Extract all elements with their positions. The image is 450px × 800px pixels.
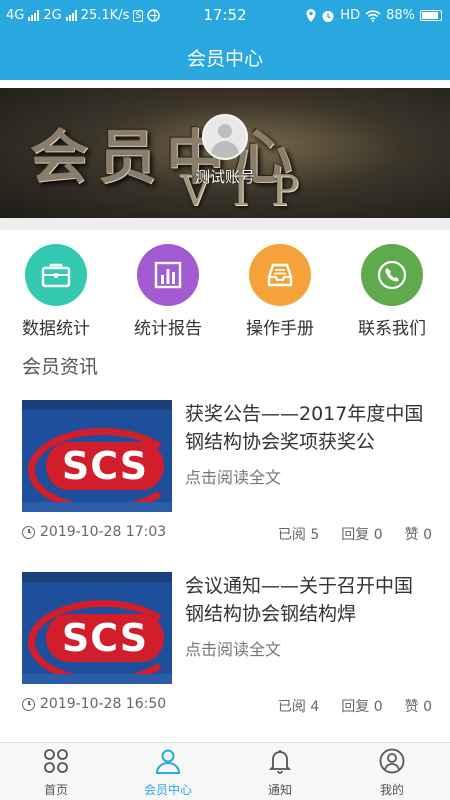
battery-icon [420, 10, 442, 21]
news-time-text: 2019-10-28 17:03 [40, 524, 167, 540]
alarm-icon [322, 10, 334, 22]
news-meta: 2019-10-28 16:50 已阅 4 回复 0 赞 0 [22, 696, 432, 716]
nav-notifications[interactable]: 通知 [224, 747, 336, 798]
status-right: HD 88% [306, 8, 442, 23]
quick-item-contact[interactable]: 联系我们 [336, 240, 448, 339]
news-item[interactable]: SCS 会议通知——关于召开中国钢结构协会钢结构焊 点击阅读全文 2019-10… [0, 572, 450, 742]
news-thumbnail: SCS [22, 400, 172, 512]
home-grid-icon [44, 749, 68, 773]
likes-count: 赞 0 [404, 527, 432, 543]
user-icon [155, 749, 181, 774]
nav-label: 通知 [267, 783, 292, 797]
read-more-link[interactable]: 点击阅读全文 [185, 636, 281, 660]
quick-item-stats-report[interactable]: 统计报告 [112, 240, 224, 339]
vip-banner[interactable]: 会员中心 VIP 测试账号 [0, 88, 450, 218]
news-stats: 已阅 4 回复 0 赞 0 [278, 696, 432, 716]
news-time: 2019-10-28 17:03 [22, 524, 166, 540]
views-count: 已阅 4 [277, 699, 320, 715]
bell-icon [268, 750, 292, 774]
quick-item-label: 操作手册 [246, 319, 314, 339]
quick-item-label: 数据统计 [22, 319, 90, 339]
bottom-nav: 首页 会员中心 通知 我的 [0, 742, 450, 800]
battery-percent: 88% [386, 8, 415, 23]
news-time-text: 2019-10-28 16:50 [40, 696, 167, 712]
news-title: 获奖公告——2017年度中国钢结构协会奖项获奖公 [185, 403, 424, 453]
likes-count: 赞 0 [404, 699, 432, 715]
nav-label: 首页 [43, 783, 68, 797]
quick-item-label: 联系我们 [358, 319, 426, 339]
quick-menu: 数据统计 统计报告 操作手册 联系我们 [0, 240, 450, 340]
clock-icon [22, 525, 35, 539]
nav-label: 会员中心 [143, 783, 192, 797]
page-title: 会员中心 [186, 48, 263, 70]
hd-indicator: HD [340, 8, 361, 23]
section-divider [0, 218, 450, 230]
quick-item-manual[interactable]: 操作手册 [224, 240, 336, 339]
read-more-link[interactable]: 点击阅读全文 [185, 464, 281, 488]
news-item[interactable]: SCS 获奖公告——2017年度中国钢结构协会奖项获奖公 点击阅读全文 2019… [0, 400, 450, 570]
news-meta: 2019-10-28 17:03 已阅 5 回复 0 赞 0 [22, 524, 432, 544]
wifi-icon [365, 9, 381, 22]
avatar[interactable] [202, 114, 248, 160]
quick-item-label: 统计报告 [134, 319, 202, 339]
nav-mine[interactable]: 我的 [336, 747, 448, 798]
location-icon [306, 9, 316, 22]
news-thumbnail: SCS [22, 572, 172, 684]
clock-icon [22, 697, 35, 711]
nav-member-center[interactable]: 会员中心 [112, 747, 224, 798]
scs-logo: SCS [46, 442, 164, 490]
quick-item-data-stats[interactable]: 数据统计 [0, 240, 112, 339]
phone-icon [361, 244, 423, 306]
news-title: 会议通知——关于召开中国钢结构协会钢结构焊 [185, 575, 414, 625]
avatar-head [218, 124, 232, 138]
scs-logo: SCS [46, 614, 164, 662]
avatar-body [211, 141, 239, 158]
views-count: 已阅 5 [277, 527, 320, 543]
profile-circle-icon [379, 748, 405, 774]
replies-count: 回复 0 [341, 527, 383, 543]
replies-count: 回复 0 [341, 699, 383, 715]
inbox-icon [249, 244, 311, 306]
username: 测试账号 [194, 168, 255, 186]
nav-home[interactable]: 首页 [0, 747, 112, 798]
title-bar: 会员中心 [0, 32, 450, 80]
nav-label: 我的 [379, 783, 404, 797]
news-time: 2019-10-28 16:50 [22, 696, 166, 712]
status-bar: 4G 2G 25.1K/s S 17:52 HD 88% [0, 0, 450, 32]
section-title: 会员资讯 [22, 356, 99, 378]
briefcase-icon [25, 244, 87, 306]
bar-chart-icon [137, 244, 199, 306]
news-stats: 已阅 5 回复 0 赞 0 [278, 524, 432, 544]
